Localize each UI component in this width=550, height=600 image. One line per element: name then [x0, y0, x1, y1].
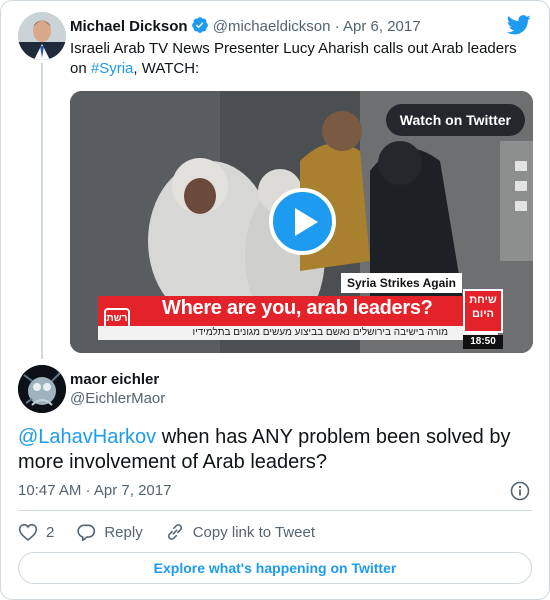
thread-connector: [41, 63, 43, 359]
tweet-embed-card: Michael Dickson @michaeldickson · Apr 6,…: [0, 0, 550, 600]
parent-text-end: , WATCH:: [133, 60, 200, 77]
author-name[interactable]: maor eichler: [70, 370, 159, 390]
header-separator: ·: [334, 18, 340, 35]
parent-tweet[interactable]: Michael Dickson @michaeldickson · Apr 6,…: [1, 1, 549, 363]
reply-icon: [77, 524, 96, 542]
mention-link[interactable]: @LahavHarkov: [18, 426, 156, 448]
verified-badge-icon: [191, 16, 209, 40]
parent-author-avatar[interactable]: [18, 12, 66, 60]
hashtag-link[interactable]: #Syria: [91, 60, 134, 77]
show-name-badge: שיחת היום: [463, 289, 503, 333]
parent-tweet-header: Michael Dickson @michaeldickson · Apr 6,…: [70, 16, 421, 40]
tweet-text: @LahavHarkov when has ANY problem been s…: [18, 425, 538, 475]
play-button[interactable]: [269, 188, 336, 255]
broadcast-headline: Where are you, arab leaders?: [162, 297, 433, 319]
heart-icon: [18, 523, 38, 542]
explore-twitter-button[interactable]: Explore what's happening on Twitter: [18, 552, 532, 584]
like-count: 2: [46, 523, 55, 541]
author-handle[interactable]: @EichlerMaor: [70, 389, 165, 409]
broadcast-ticker: מורה בישיבה בירושלים נאשם בביצוע מעשים מ…: [98, 326, 498, 340]
copy-link-label: Copy link to Tweet: [192, 523, 315, 541]
link-icon: [167, 524, 182, 540]
divider: [18, 510, 532, 511]
twitter-bird-icon[interactable]: [506, 15, 531, 40]
parent-tweet-date[interactable]: Apr 6, 2017: [343, 18, 421, 35]
broadcast-kicker: Syria Strikes Again: [341, 273, 462, 293]
parent-author-name[interactable]: Michael Dickson: [70, 18, 188, 35]
info-icon[interactable]: [510, 481, 530, 506]
like-button[interactable]: 2: [18, 522, 54, 542]
video-thumbnail[interactable]: Watch on Twitter Syria Strikes Again Whe…: [70, 91, 533, 353]
reply-label: Reply: [104, 523, 143, 541]
parent-author-handle[interactable]: @michaeldickson: [213, 18, 331, 35]
reply-button[interactable]: Reply: [76, 522, 143, 542]
watch-on-twitter-button[interactable]: Watch on Twitter: [385, 104, 525, 136]
tweet-actions: 2 Reply Copy link to Tweet: [18, 520, 337, 544]
parent-tweet-text: Israeli Arab TV News Presenter Lucy Ahar…: [70, 39, 520, 79]
author-avatar[interactable]: [18, 365, 66, 413]
copy-link-button[interactable]: Copy link to Tweet: [165, 522, 315, 542]
broadcast-clock: 18:50: [463, 335, 503, 349]
tweet-timestamp[interactable]: 10:47 AM · Apr 7, 2017: [18, 481, 171, 501]
play-icon: [295, 208, 318, 236]
